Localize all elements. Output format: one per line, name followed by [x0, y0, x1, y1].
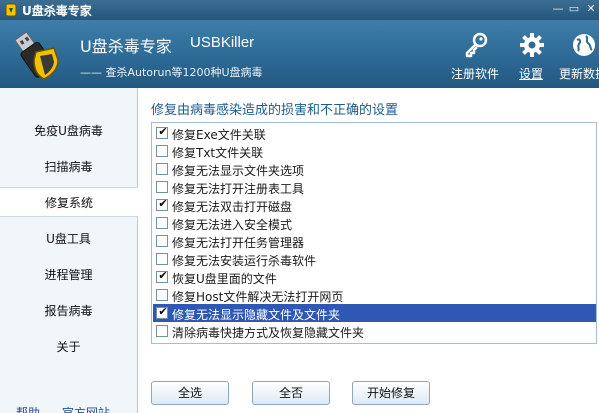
repair-option-remove-virus-shortcuts[interactable]: 清除病毒快捷方式及恢复隐藏文件夹	[153, 322, 596, 340]
panel-title: 修复由病毒感染造成的损害和不正确的设置	[151, 103, 399, 118]
option-label: 修复无法进入安全模式	[172, 218, 293, 232]
close-button[interactable]: ✕	[583, 2, 599, 16]
checkbox[interactable]: ✔	[156, 197, 168, 211]
repair-option-antivirus-install[interactable]: 修复无法安装运行杀毒软件	[153, 250, 596, 268]
update-data-label: 更新数据	[558, 67, 599, 81]
usb-shield-logo-icon	[14, 31, 59, 80]
checkbox[interactable]: ✔	[156, 125, 168, 139]
window-title: U盘杀毒专家	[22, 4, 92, 18]
restore-button[interactable]: ▭	[566, 2, 582, 16]
register-software-button[interactable]: 注册软件	[445, 26, 505, 82]
checkbox[interactable]	[156, 235, 168, 247]
checkbox[interactable]	[156, 289, 168, 301]
globe-icon	[573, 34, 595, 56]
settings-label: 设置	[518, 67, 543, 81]
gear-icon	[520, 33, 544, 57]
sidebar: 免疫U盘病毒 扫描病毒 修复系统 U盘工具 进程管理 报告病毒 关于 帮助 官方…	[0, 88, 138, 413]
repair-option-exe-association[interactable]: ✔ 修复Exe文件关联	[153, 124, 596, 142]
repair-option-folder-options[interactable]: 修复无法显示文件夹选项	[153, 160, 596, 178]
help-link[interactable]: 帮助	[16, 404, 40, 413]
repair-option-task-manager[interactable]: 修复无法打开任务管理器	[153, 232, 596, 250]
repair-option-hosts-file[interactable]: 修复Host文件解决无法打开网页	[153, 286, 596, 304]
option-label: 修复Host文件解决无法打开网页	[172, 290, 344, 304]
key-icon	[465, 32, 488, 58]
brand-name-cn: U盘杀毒专家	[80, 37, 172, 56]
select-all-button[interactable]: 全选	[151, 381, 229, 405]
check-icon: ✔	[158, 125, 168, 138]
settings-button[interactable]: 设置	[501, 26, 561, 82]
app-header: U盘杀毒专家 USBKiller —— 查杀Autorun等1200种U盘病毒 …	[0, 20, 599, 88]
check-icon: ✔	[158, 305, 168, 318]
checkbox[interactable]	[156, 325, 168, 337]
option-label: 修复Txt文件关联	[172, 146, 264, 160]
register-software-label: 注册软件	[450, 67, 499, 81]
repair-option-show-hidden-files[interactable]: ✔ 修复无法显示隐藏文件及文件夹	[153, 304, 596, 322]
option-label: 清除病毒快捷方式及恢复隐藏文件夹	[172, 326, 365, 340]
option-label: 修复无法安装运行杀毒软件	[172, 254, 317, 268]
sidebar-item-usb-tools[interactable]: U盘工具	[0, 224, 137, 254]
checkbox[interactable]: ✔	[156, 269, 168, 283]
brand-name-en: USBKiller	[190, 34, 255, 51]
repair-system-panel: 修复由病毒感染造成的损害和不正确的设置 ✔ 修复Exe文件关联 修复Txt文件关…	[139, 88, 599, 413]
checkbox[interactable]	[156, 163, 168, 175]
update-data-button[interactable]: 更新数据	[553, 26, 599, 82]
checkbox[interactable]	[156, 181, 168, 193]
checkbox[interactable]: ✔	[156, 305, 168, 319]
sidebar-item-immunize[interactable]: 免疫U盘病毒	[0, 116, 137, 146]
option-label: 修复Exe文件关联	[172, 128, 266, 142]
title-bar: U盘杀毒专家 — ▭ ✕	[0, 0, 599, 20]
app-icon	[5, 3, 17, 17]
tagline: —— 查杀Autorun等1200种U盘病毒	[80, 66, 263, 79]
sidebar-item-about[interactable]: 关于	[0, 332, 137, 362]
option-label: 修复无法双击打开磁盘	[172, 200, 293, 214]
sidebar-item-process-manager[interactable]: 进程管理	[0, 260, 137, 290]
repair-option-safe-mode[interactable]: 修复无法进入安全模式	[153, 214, 596, 232]
start-repair-button[interactable]: 开始修复	[352, 381, 430, 405]
select-none-button[interactable]: 全否	[252, 381, 330, 405]
minimize-button[interactable]: —	[550, 2, 566, 16]
repair-option-double-click-disk[interactable]: ✔ 修复无法双击打开磁盘	[153, 196, 596, 214]
checkbox[interactable]	[156, 145, 168, 157]
checkbox[interactable]	[156, 217, 168, 229]
option-label: 修复无法显示隐藏文件及文件夹	[172, 308, 341, 322]
option-label: 修复无法打开任务管理器	[172, 236, 305, 250]
option-label: 修复无法显示文件夹选项	[172, 164, 305, 178]
repair-option-registry-tools[interactable]: 修复无法打开注册表工具	[153, 178, 596, 196]
sidebar-item-repair-system[interactable]: 修复系统	[0, 187, 138, 217]
repair-option-txt-association[interactable]: 修复Txt文件关联	[153, 142, 596, 160]
sidebar-item-report-virus[interactable]: 报告病毒	[0, 296, 137, 326]
official-website-link[interactable]: 官方网站	[62, 404, 110, 413]
option-label: 修复无法打开注册表工具	[172, 182, 305, 196]
check-icon: ✔	[158, 269, 168, 282]
check-icon: ✔	[158, 197, 168, 210]
repair-options-list: ✔ 修复Exe文件关联 修复Txt文件关联 修复无法显示文件夹选项 修复无法打开…	[151, 122, 597, 344]
sidebar-item-scan[interactable]: 扫描病毒	[0, 152, 137, 182]
repair-option-restore-usb-files[interactable]: ✔ 恢复U盘里面的文件	[153, 268, 596, 286]
checkbox[interactable]	[156, 253, 168, 265]
option-label: 恢复U盘里面的文件	[172, 272, 277, 286]
